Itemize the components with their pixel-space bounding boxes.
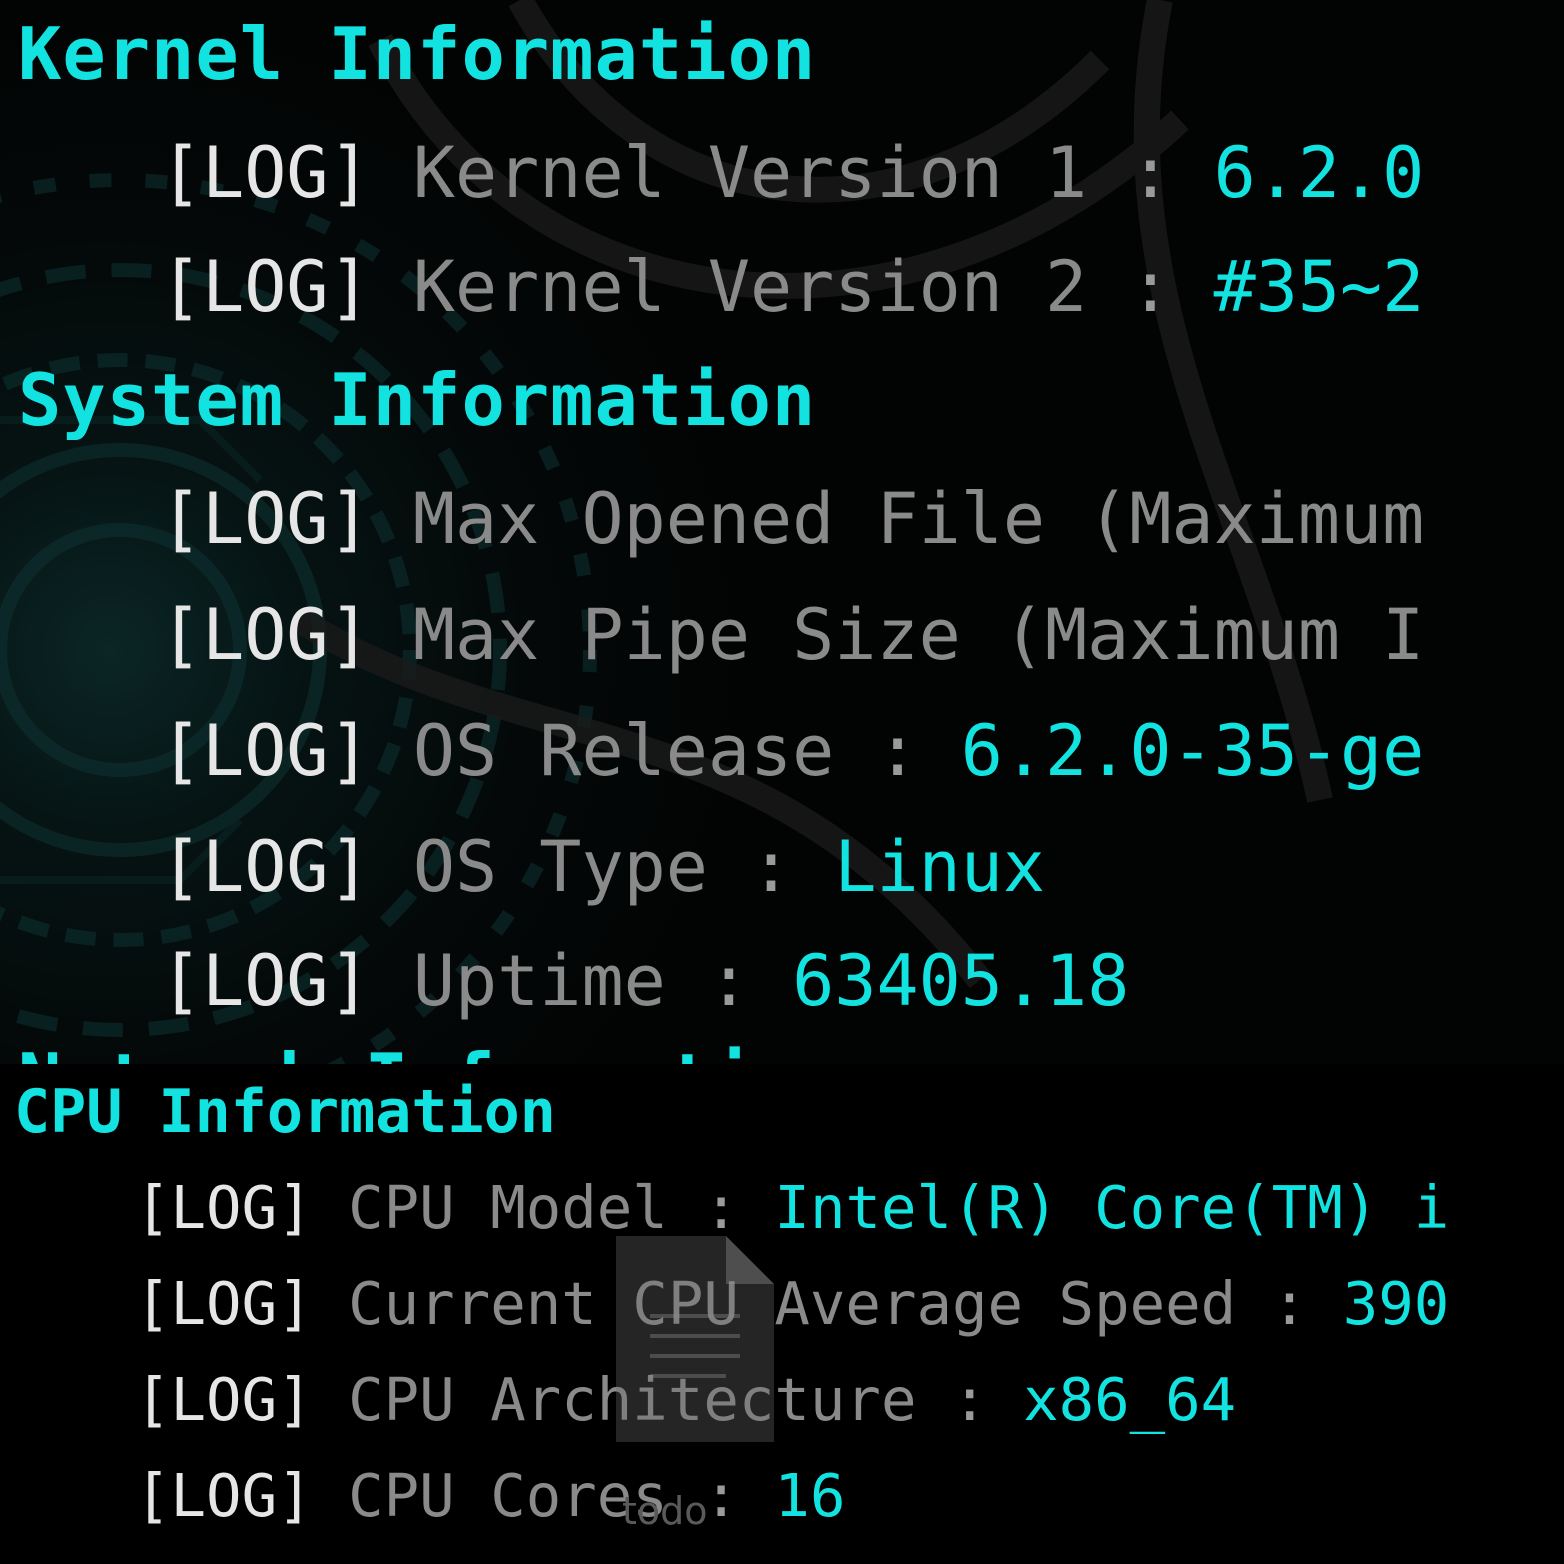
log-tag: [LOG] [160, 478, 371, 560]
log-tag: [LOG] [160, 710, 371, 792]
log-line-cpu-cores: [LOG] CPU Cores : 16 [135, 1466, 845, 1525]
log-value: 63405.18 [792, 940, 1130, 1022]
log-line-kernel-version-2: [LOG] Kernel Version 2 : #35~2 [160, 252, 1424, 322]
log-line-os-release: [LOG] OS Release : 6.2.0-35-ge [160, 716, 1424, 786]
log-separator: : [665, 940, 793, 1022]
log-value: x86_64 [1023, 1365, 1237, 1434]
log-key: Kernel Version 2 [412, 246, 1088, 328]
document-icon-label[interactable]: todo [622, 1492, 708, 1530]
log-line-cpu-model: [LOG] CPU Model : Intel(R) Core(TM) i [135, 1178, 1449, 1237]
section-heading-network-cut-off: Network Information [18, 1044, 842, 1064]
log-separator: : [667, 1173, 775, 1242]
log-key: Current CPU Average Speed [348, 1269, 1237, 1338]
log-value: 6.2.0 [1213, 132, 1425, 214]
log-line-os-type: [LOG] OS Type : Linux [160, 832, 1045, 902]
log-value: 6.2.0-35-ge [960, 710, 1425, 792]
log-separator: : [707, 826, 835, 908]
document-icon[interactable] [616, 1236, 774, 1442]
log-value: 390 [1342, 1269, 1450, 1338]
log-separator: : [834, 710, 961, 792]
log-tag: [LOG] [160, 246, 371, 328]
log-tag: [LOG] [135, 1365, 313, 1434]
log-key: OS Type [412, 826, 708, 908]
log-line-kernel-version-1: [LOG] Kernel Version 1 : 6.2.0 [160, 138, 1424, 208]
log-line-max-opened-file: [LOG] Max Opened File (Maximum [160, 484, 1424, 554]
log-key: Max Opened File (Maximum [412, 478, 1425, 560]
section-heading-kernel: Kernel Information [18, 12, 817, 96]
log-tag: [LOG] [160, 826, 371, 908]
log-tag: [LOG] [160, 594, 371, 676]
log-key: CPU Cores [348, 1461, 668, 1530]
log-key: OS Release [412, 710, 835, 792]
section-heading-cpu: CPU Information [14, 1077, 556, 1147]
log-separator: : [1087, 246, 1214, 328]
log-key: Kernel Version 1 [412, 132, 1088, 214]
log-line-cpu-speed: [LOG] Current CPU Average Speed : 390 [135, 1274, 1449, 1333]
log-value: Intel(R) Core(TM) i [774, 1173, 1450, 1242]
log-value: Linux [834, 826, 1046, 908]
log-tag: [LOG] [160, 132, 371, 214]
log-separator: : [916, 1365, 1024, 1434]
log-separator: : [1236, 1269, 1343, 1338]
log-key: CPU Model [348, 1173, 668, 1242]
log-line-max-pipe-size: [LOG] Max Pipe Size (Maximum I [160, 600, 1424, 670]
log-value: 16 [774, 1461, 846, 1530]
terminal-panel-bottom: CPU Information [LOG] CPU Model : Intel(… [0, 1064, 1564, 1564]
log-tag: [LOG] [135, 1461, 313, 1530]
log-tag: [LOG] [160, 940, 371, 1022]
section-heading-system: System Information [18, 358, 817, 442]
log-tag: [LOG] [135, 1269, 313, 1338]
log-separator: : [1087, 132, 1214, 214]
log-key: Uptime [412, 940, 666, 1022]
log-line-uptime: [LOG] Uptime : 63405.18 [160, 946, 1129, 1016]
log-key: Max Pipe Size (Maximum I [412, 594, 1425, 676]
log-tag: [LOG] [135, 1173, 313, 1242]
terminal-panel-top: Kernel Information [LOG] Kernel Version … [0, 0, 1564, 1064]
log-value: #35~2 [1213, 246, 1425, 328]
